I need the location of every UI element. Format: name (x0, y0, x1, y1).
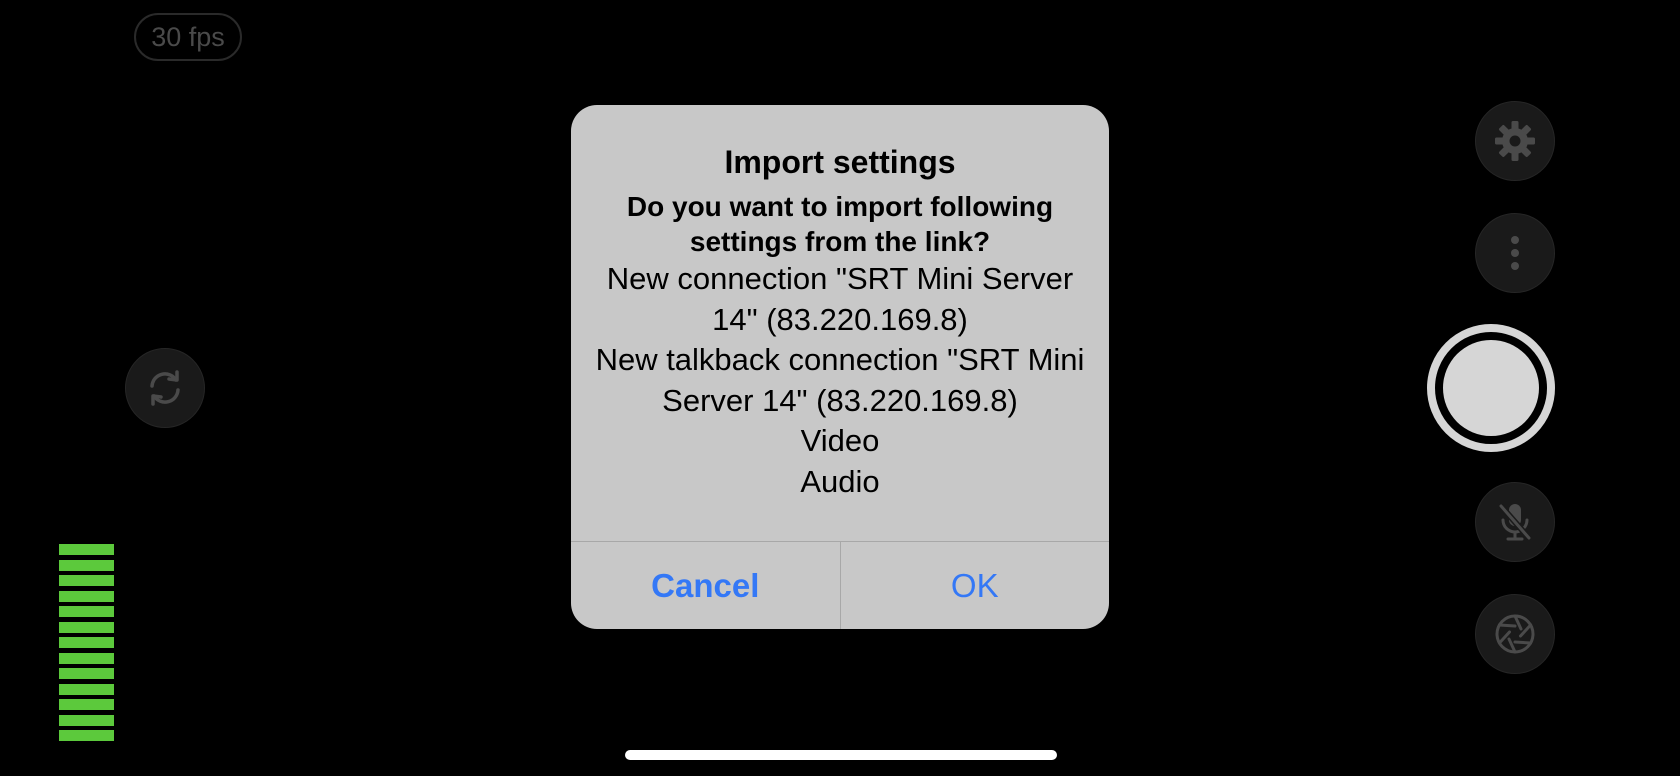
meter-bar (59, 714, 114, 726)
camera-screen: 30 fps Import settings Do you want to im… (0, 0, 1680, 776)
meter-bar (59, 544, 114, 555)
meter-bar (59, 683, 114, 695)
audio-level-meter (59, 544, 114, 741)
dialog-item-video: Video (800, 423, 880, 458)
import-settings-dialog: Import settings Do you want to import fo… (571, 105, 1109, 629)
more-button[interactable] (1475, 213, 1555, 293)
gear-icon (1495, 121, 1535, 161)
meter-bar (59, 606, 114, 617)
fps-badge[interactable]: 30 fps (134, 13, 242, 61)
meter-bar (59, 730, 114, 741)
meter-bar (59, 590, 114, 602)
meter-bar (59, 575, 114, 586)
ok-button[interactable]: OK (841, 542, 1110, 629)
mic-off-icon (1498, 504, 1532, 541)
home-indicator[interactable] (625, 750, 1057, 760)
record-button-inner (1443, 340, 1539, 436)
dialog-items-list: New connection "SRT Mini Server 14" (83.… (591, 259, 1089, 502)
dialog-question: Do you want to import following settings… (626, 191, 1054, 257)
cancel-button[interactable]: Cancel (571, 542, 841, 629)
record-button[interactable] (1427, 324, 1555, 452)
meter-bar (59, 621, 114, 633)
dialog-title: Import settings (724, 144, 956, 180)
mute-button[interactable] (1475, 482, 1555, 562)
meter-bar (59, 559, 114, 571)
aperture-icon (1495, 614, 1535, 654)
flip-camera-icon (150, 370, 180, 406)
dialog-actions: Cancel OK (571, 541, 1109, 629)
dialog-item-connection: New connection "SRT Mini Server 14" (83.… (606, 261, 1074, 337)
meter-bar (59, 652, 114, 664)
meter-bar (59, 637, 114, 648)
more-vertical-icon (1511, 236, 1519, 270)
meter-bar (59, 668, 114, 679)
dialog-content: Import settings Do you want to import fo… (571, 105, 1109, 541)
dialog-item-audio: Audio (800, 463, 880, 499)
aperture-button[interactable] (1475, 594, 1555, 674)
dialog-item-talkback: New talkback connection "SRT Mini Server… (595, 342, 1085, 418)
flip-camera-button[interactable] (125, 348, 205, 428)
meter-bar (59, 699, 114, 710)
settings-button[interactable] (1475, 101, 1555, 181)
